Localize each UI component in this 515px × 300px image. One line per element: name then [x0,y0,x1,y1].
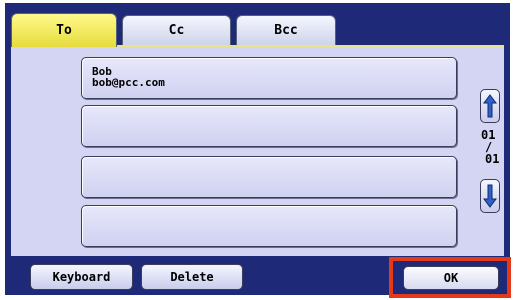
tab-to[interactable]: To [11,13,117,47]
page-total: 01 [485,152,500,166]
page-indicator: 01 / 01 [481,129,501,165]
ok-highlight-frame [389,257,511,298]
address-dialog: To Cc Bcc Bob bob@pcc.com 01 / 01 Keyboa… [5,3,511,298]
arrow-down-icon [483,184,497,208]
address-entry[interactable]: Bob bob@pcc.com [81,57,457,99]
tab-cc[interactable]: Cc [122,15,231,45]
address-entry[interactable] [81,205,457,247]
address-entry[interactable] [81,156,457,198]
keyboard-button[interactable]: Keyboard [30,264,133,290]
delete-button[interactable]: Delete [141,264,243,290]
arrow-up-icon [483,94,497,118]
address-email: bob@pcc.com [92,76,165,89]
scroll-up-button[interactable] [480,89,500,123]
tab-bcc[interactable]: Bcc [236,15,336,45]
address-entry[interactable] [81,105,457,147]
scroll-down-button[interactable] [480,179,500,213]
address-panel: Bob bob@pcc.com 01 / 01 [11,45,504,256]
